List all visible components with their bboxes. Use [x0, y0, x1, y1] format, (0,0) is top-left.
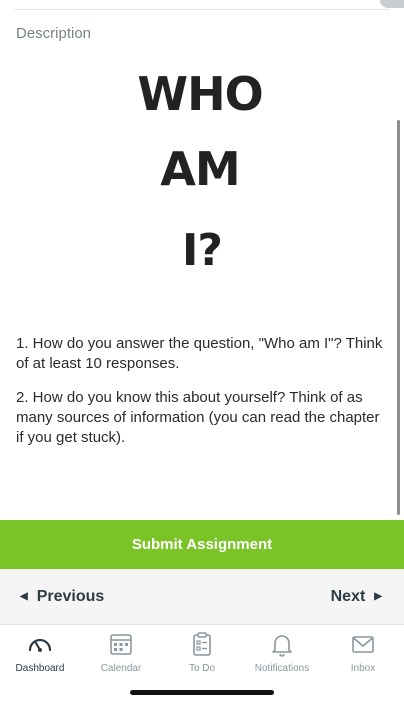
pager-bar: ◀ Previous Next ▶ — [0, 569, 404, 624]
tab-inbox[interactable]: Inbox — [323, 631, 403, 675]
next-button[interactable]: Next ▶ — [331, 569, 382, 624]
dashboard-icon — [28, 638, 52, 652]
image-text-i: I? — [182, 225, 222, 276]
tab-label-dashboard: Dashboard — [15, 663, 65, 674]
tab-dashboard[interactable]: Dashboard — [0, 631, 80, 675]
tab-todo[interactable]: To Do — [162, 631, 242, 675]
who-am-i-image: WHO AM I? — [137, 67, 263, 276]
triangle-left-icon: ◀ — [20, 591, 28, 602]
triangle-right-icon: ▶ — [374, 591, 382, 602]
envelope-icon — [352, 636, 374, 653]
todo-icon — [193, 632, 211, 656]
calendar-icon — [110, 634, 132, 655]
submit-assignment-button[interactable]: Submit Assignment — [0, 520, 404, 569]
question-2: 2. How do you know this about yourself? … — [16, 389, 380, 446]
tab-label-todo: To Do — [188, 663, 216, 674]
next-label: Next — [330, 587, 366, 605]
top-divider — [14, 9, 390, 10]
bell-icon — [272, 635, 292, 657]
tab-notifications[interactable]: Notifications — [242, 631, 322, 675]
tab-label-inbox: Inbox — [350, 663, 376, 674]
top-corner-shape — [380, 0, 404, 8]
tab-label-notifications: Notifications — [254, 663, 310, 674]
description-label: Description — [16, 25, 92, 42]
previous-button[interactable]: ◀ Previous — [20, 569, 104, 624]
scroll-indicator[interactable] — [397, 120, 400, 515]
previous-label: Previous — [36, 587, 105, 605]
tab-calendar[interactable]: Calendar — [81, 631, 161, 675]
image-text-am: AM — [160, 142, 239, 196]
home-indicator[interactable] — [130, 690, 274, 695]
tab-label-calendar: Calendar — [100, 663, 142, 674]
image-text-who: WHO — [137, 67, 262, 121]
question-1: 1. How do you answer the question, "Who … — [16, 335, 383, 372]
